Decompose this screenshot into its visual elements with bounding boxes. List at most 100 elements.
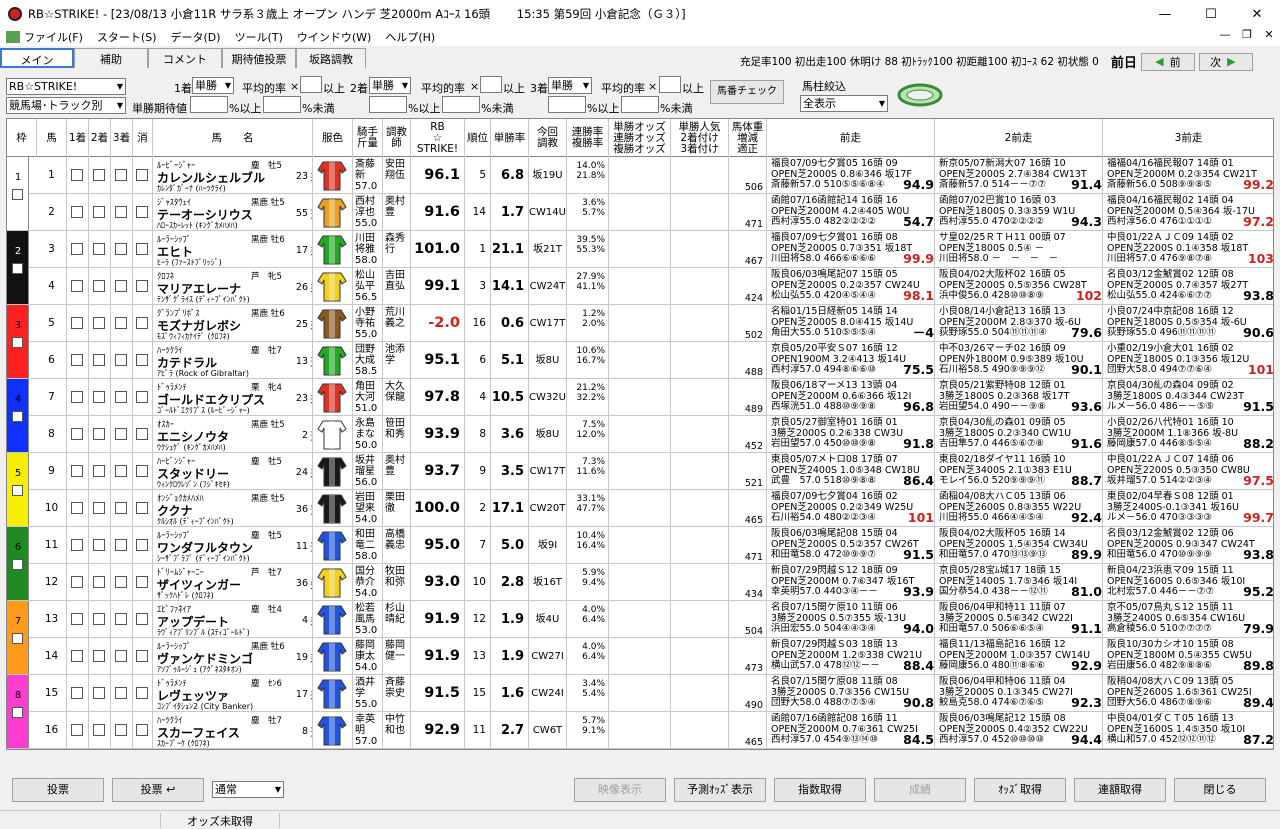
- third-place-checkbox[interactable]: [115, 724, 127, 736]
- third-place-checkbox[interactable]: [115, 465, 127, 477]
- horse-row[interactable]: 3ﾙｰﾗｰｼｯﾌﾟ黒鹿 牡6エヒト差17ﾋｰﾗ (ﾌｧｰｽﾄﾌﾞﾘｯｼﾞ)川田 …: [7, 231, 1273, 268]
- rank3-ticket-select[interactable]: 単勝: [548, 77, 592, 94]
- prev-race-1[interactable]: 東良05/07メトロ08 17頭 07 OPEN芝2400S 1.0⑤348 CW…: [767, 453, 935, 490]
- horse-row[interactable]: 16ﾊｰﾂｸﾗｲ塵 牡7スカーフェイス追8ｽｶｰﾌﾞｰｹ (ｸﾛﾌﾈ)幸英 明 …: [7, 712, 1273, 749]
- horse-row[interactable]: 11ﾙｰﾗｰｼｯﾌﾟ塵 牡5ワンダフルタウン追11ｼｰｻﾞﾌﾞﾗﾌﾞ (ﾃﾞｨｰ…: [7, 527, 1273, 564]
- expected-min-input[interactable]: [190, 96, 228, 113]
- menu-help[interactable]: ヘルプ(H): [385, 29, 435, 45]
- rank1-rate-input[interactable]: [300, 76, 322, 93]
- rank3-min-input[interactable]: [548, 96, 586, 113]
- second-place-checkbox[interactable]: [93, 465, 105, 477]
- third-place-checkbox[interactable]: [115, 539, 127, 551]
- prev-race-1[interactable]: 名良07/15関ケ原10 11頭 06 3勝芝2000S 0.5⑦355 坂-13…: [767, 601, 935, 638]
- prev-race-1[interactable]: 新良07/29閃越Ｓ12 18頭 09 OPEN芝2000M 0.7⑥347 坂1…: [767, 564, 935, 601]
- next-button[interactable]: 次 ▶: [1198, 52, 1253, 71]
- second-place-checkbox[interactable]: [93, 502, 105, 514]
- prev-race-1[interactable]: 阪良06/03鳴尾記08 15頭 04 OPEN芝2000S 0.5②357 CW…: [767, 527, 935, 564]
- second-place-checkbox[interactable]: [93, 354, 105, 366]
- second-place-checkbox[interactable]: [93, 169, 105, 181]
- horse-name-cell[interactable]: ﾄﾞｩﾗﾒﾝﾃ栗 牝4ゴールドエクリプス差23ｺﾞｰﾙﾄﾞｴｸﾘﾌﾟｽ (ﾙｰﾋ…: [153, 379, 313, 416]
- horse-name-cell[interactable]: ｸﾞﾗﾝﾌﾟﾘﾎﾞｽ黒鹿 牡6モズナガレボシ差25ﾓｽﾞｳｨﾌｨｶﾅｲﾃﾞ (ｸ…: [153, 305, 313, 342]
- exclude-checkbox[interactable]: [136, 391, 148, 403]
- exclude-checkbox[interactable]: [136, 724, 148, 736]
- tab-comment[interactable]: コメント: [148, 48, 222, 68]
- horse-name-cell[interactable]: ﾙｰﾋﾞｰｼﾞｬｰ塵 牡5カレンルシェルブル差23ｶﾚﾝﾀﾞｶﾞｰﾅ (ﾊｰﾂｸ…: [153, 157, 313, 194]
- prev-race-3[interactable]: 名良03/12金鯱賞02 12頭 06 OPEN芝2000S 0.9③347 CW…: [1103, 527, 1273, 564]
- prev-race-2[interactable]: 京良05/21紫野特08 12頭 01 3勝芝1800S 0.2③368 坂17T…: [935, 379, 1103, 416]
- horse-row[interactable]: 6 ﾊｰﾂｸﾗｲ塵 牡7カテドラル追13ｱﾋﾟﾗ (Rock of Gibralt…: [7, 342, 1273, 379]
- exclude-checkbox[interactable]: [136, 576, 148, 588]
- prev-race-3[interactable]: 京不05/07鳥丸Ｓ12 15頭 11 3勝芝2400S 0.6⑤354 CW16…: [1103, 601, 1273, 638]
- prev-race-2[interactable]: 京良04/30糺の森01 09頭 05 3勝芝1800S 0.2③340 CW1U…: [935, 416, 1103, 453]
- tab-main[interactable]: メイン: [0, 48, 74, 68]
- prev-race-1[interactable]: 名稲01/15日経新05 14頭 14 OPEN芝2000S 8.0④415 坂1…: [767, 305, 935, 342]
- odds-fetch-button[interactable]: ｵｯｽﾞ取得: [974, 778, 1066, 802]
- rank2-rate-input[interactable]: [480, 76, 502, 93]
- horse-row[interactable]: 5 ｸﾞﾗﾝﾌﾟﾘﾎﾞｽ黒鹿 牡6モズナガレボシ差25ﾓｽﾞｳｨﾌｨｶﾅｲﾃﾞ (…: [7, 305, 1273, 342]
- first-place-checkbox[interactable]: [71, 539, 83, 551]
- prev-race-3[interactable]: 名良03/12金鯱賞02 12頭 08 OPEN芝2000S 0.7④357 坂2…: [1103, 268, 1273, 305]
- horse-name-cell[interactable]: ﾊｰﾋﾞﾝｼﾞｬｰ塵 牡5スタッドリー差24ｳｨﾝｸﾛｳﾚｿﾞﾝ (ﾌｼﾞｷｾｷ…: [153, 453, 313, 490]
- first-place-checkbox[interactable]: [71, 354, 83, 366]
- third-place-checkbox[interactable]: [115, 613, 127, 625]
- second-place-checkbox[interactable]: [93, 650, 105, 662]
- horse-name-cell[interactable]: ﾄﾞﾘｰﾑｼﾞｬｰﾆｰ芦 牡7ザイツィンガー先36ｻﾞｯｸﾊﾄﾞﾚ (ｸﾛﾌﾈ): [153, 564, 313, 601]
- prev-race-2[interactable]: 小良08/14小倉記13 16頭 13 OPEN芝2000M 2.8③370 坂-…: [935, 305, 1103, 342]
- exclude-checkbox[interactable]: [136, 539, 148, 551]
- prev-race-3[interactable]: 小良07/24中京記08 16頭 12 OPEN芝1800S 0.5⑤354 坂-…: [1103, 305, 1273, 342]
- horse-name-cell[interactable]: ｸﾛﾌﾈ芦 牝5マリアエレーナ差26ﾃﾝｻﾞｸﾞﾗｲｽ (ﾃﾞｨｰﾌﾟｲﾝﾊﾟｸ…: [153, 268, 313, 305]
- rank2-max-input[interactable]: [442, 96, 480, 113]
- third-place-checkbox[interactable]: [115, 317, 127, 329]
- exclude-checkbox[interactable]: [136, 687, 148, 699]
- index-fetch-button[interactable]: 指数取得: [774, 778, 866, 802]
- prev-race-3[interactable]: 小良02/26八代特01 16頭 10 3勝芝2000M 1.1⑧366 坂-8U…: [1103, 416, 1273, 453]
- prev-race-2[interactable]: 新京05/07新潟大07 16頭 10 OPEN芝2000S 2.7④384 CW…: [935, 157, 1103, 194]
- horse-name-cell[interactable]: ﾊｰﾂｸﾗｲ塵 牡7カテドラル追13ｱﾋﾟﾗ (Rock of Gibralta…: [153, 342, 313, 379]
- exclude-checkbox[interactable]: [136, 354, 148, 366]
- prev-race-2[interactable]: サ皇02/25ＲＴＨ11 00頭 07 OPEN芝1800S 0.5④ －川田将5…: [935, 231, 1103, 268]
- results-button[interactable]: 成績: [874, 778, 966, 802]
- prev-race-3[interactable]: 東良02/04早春Ｓ08 12頭 01 3勝芝2400S-0.1③341 坂16U…: [1103, 490, 1273, 527]
- second-place-checkbox[interactable]: [93, 576, 105, 588]
- horse-name-cell[interactable]: ｴﾋﾟﾌｧﾈｲｱ塵 牡4アップデート差4ﾗｳﾞｨｱﾌﾟﾘﾝﾌﾞﾙ (ｽﾃｨｺﾞｰ…: [153, 601, 313, 638]
- prev-race-1[interactable]: 福良07/09七夕賞04 16頭 02 OPEN芝2000S 0.2②349 W2…: [767, 490, 935, 527]
- first-place-checkbox[interactable]: [71, 465, 83, 477]
- horse-row[interactable]: 10 ｵﾝｼﾞｮｸｶﾒﾊﾒﾊ黒鹿 牡5ククナ逃36ｸﾙｼｵﾙ (ﾃﾞｨｰﾌﾟｲﾝﾊ…: [7, 490, 1273, 527]
- prev-race-2[interactable]: 函館07/02巴賞10 16頭 03 OPEN芝1800S 0.3③359 W1U…: [935, 194, 1103, 231]
- horse-row[interactable]: 8ｵｽｶｰ黒鹿 牡5エニシノウタ追2ｳｸｼｭｹﾞ (ｷﾝｸﾞｶﾒﾊﾒﾊ)永島 ま…: [7, 416, 1273, 453]
- prev-race-2[interactable]: 東良02/18ダイヤ11 16頭 10 OPEN芝3400S 2.1①383 E1…: [935, 453, 1103, 490]
- exclude-checkbox[interactable]: [136, 169, 148, 181]
- menu-data[interactable]: データ(D): [171, 29, 221, 45]
- prev-race-3[interactable]: 福福04/16福民報07 14頭 01 OPEN芝2000M 0.2③354 CW…: [1103, 157, 1273, 194]
- prev-race-1[interactable]: 阪良06/18マーメ13 13頭 04 OPEN芝2000M 0.6⑥366 坂1…: [767, 379, 935, 416]
- prev-button[interactable]: ◀ 前: [1140, 52, 1195, 71]
- first-place-checkbox[interactable]: [71, 243, 83, 255]
- prev-race-2[interactable]: 福良11/13福島記16 16頭 12 OPEN芝2000M 1.0③357 CW…: [935, 638, 1103, 675]
- third-place-checkbox[interactable]: [115, 354, 127, 366]
- exclude-checkbox[interactable]: [136, 613, 148, 625]
- exclude-checkbox[interactable]: [136, 465, 148, 477]
- horse-row[interactable]: 2 ｼﾞｬｽﾀｳｪｲ黒鹿 牡5テーオーシリウス逃55ﾊﾛｰｽｶｰﾚｯﾄ (ｷﾝｸﾞ…: [7, 194, 1273, 231]
- menu-tools[interactable]: ツール(T): [235, 29, 283, 45]
- track-select[interactable]: 競馬場･トラック別: [6, 97, 126, 114]
- exclude-checkbox[interactable]: [136, 243, 148, 255]
- horse-name-cell[interactable]: ｵﾝｼﾞｮｸｶﾒﾊﾒﾊ黒鹿 牡5ククナ逃36ｸﾙｼｵﾙ (ﾃﾞｨｰﾌﾟｲﾝﾊﾟｸ…: [153, 490, 313, 527]
- horse-row[interactable]: 1 ﾙｰﾋﾞｰｼﾞｬｰ塵 牡5カレンルシェルブル差23ｶﾚﾝﾀﾞｶﾞｰﾅ (ﾊｰﾂ…: [7, 157, 1273, 194]
- prev-race-1[interactable]: 函館07/16函館記08 16頭 11 OPEN芝2000M 0.7⑥361 CW…: [767, 712, 935, 749]
- child-close-button[interactable]: ✕: [1258, 28, 1280, 46]
- video-button[interactable]: 映像表示: [574, 778, 666, 802]
- menu-window[interactable]: ウインドウ(W): [297, 29, 371, 45]
- exclude-checkbox[interactable]: [136, 280, 148, 292]
- third-place-checkbox[interactable]: [115, 650, 127, 662]
- horse-name-cell[interactable]: ﾄﾞｩﾗﾒﾝﾃ塵 ｾﾝ6レヴェッツァ差17ｺﾝﾌﾞｲﾀｼｮﾝ2 (City Ba…: [153, 675, 313, 712]
- prev-race-3[interactable]: 京良04/30糺の森04 09頭 02 3勝芝1800S 0.4③344 CW23…: [1103, 379, 1273, 416]
- profile-select[interactable]: RB☆STRIKE!: [6, 78, 126, 95]
- horse-row[interactable]: 7 ﾄﾞｩﾗﾒﾝﾃ栗 牝4ゴールドエクリプス差23ｺﾞｰﾙﾄﾞｴｸﾘﾌﾟｽ (ﾙｰ…: [7, 379, 1273, 416]
- prev-race-2[interactable]: 京良05/28宝ﾑ城17 18頭 15 OPEN芝1400S 1.7⑤346 坂1…: [935, 564, 1103, 601]
- maximize-button[interactable]: ☐: [1188, 0, 1234, 28]
- third-place-checkbox[interactable]: [115, 169, 127, 181]
- horse-row[interactable]: 14 ﾙｰﾗｰｼｯﾌﾟ黒鹿 牡6ヴァンケドミンゴ差19ｱｿﾌﾞｩﾙｰｼﾞｭ (ｱｸ…: [7, 638, 1273, 675]
- filter-select[interactable]: 全表示: [800, 95, 888, 112]
- prev-race-1[interactable]: 阪良06/03鳴尾記07 15頭 05 OPEN芝2000S 0.2②357 CW…: [767, 268, 935, 305]
- horse-row[interactable]: 13 ｴﾋﾟﾌｧﾈｲｱ塵 牡4アップデート差4ﾗｳﾞｨｱﾌﾟﾘﾝﾌﾞﾙ (ｽﾃｨｺ…: [7, 601, 1273, 638]
